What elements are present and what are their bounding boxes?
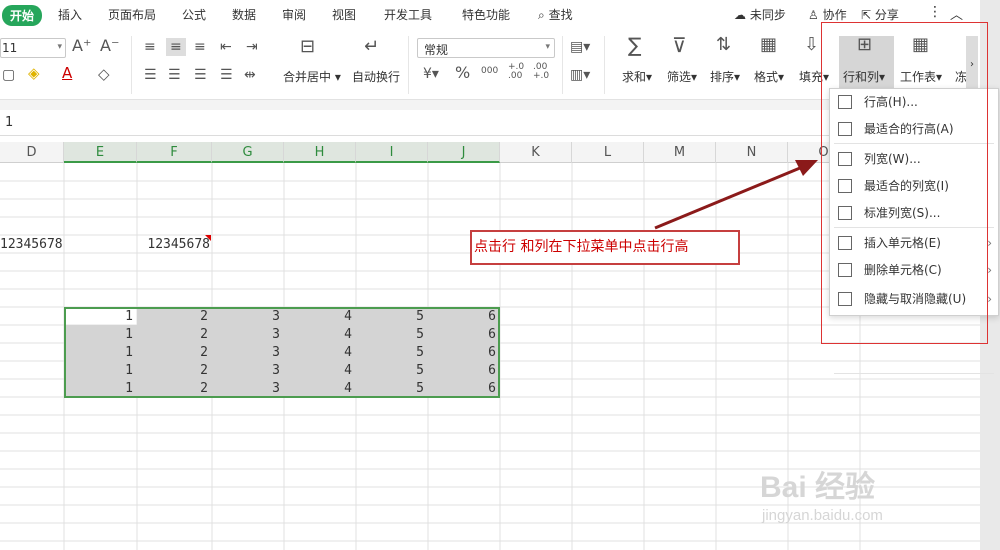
merge-icon: ⊟ [300,36,316,57]
sum-icon: ∑ [628,33,642,57]
align-left-icon[interactable]: ☰ [144,68,157,82]
wrap-text-icon: ↵ [364,36,380,57]
col-header-i[interactable]: I [356,142,428,163]
number-format-value: 常规 [424,43,449,57]
col-header-k[interactable]: K [500,142,572,163]
wrap-text-button[interactable]: 自动换行 [352,68,400,85]
font-increase-icon[interactable]: A⁺ [72,38,91,54]
tab-page-layout[interactable]: 页面布局 [108,6,156,23]
collapse-ribbon-icon[interactable]: ︿ [950,4,963,23]
tab-developer[interactable]: 开发工具 [384,6,432,23]
align-bottom-icon[interactable]: ≡ [194,40,206,54]
formula-value: 1 [5,115,14,130]
wrap-text-label: 自动换行 [352,70,401,84]
conditional-format-icon[interactable]: ▥▾ [570,68,590,82]
align-middle-icon[interactable]: ≡ [166,38,186,56]
collab-button[interactable]: ♙ 协作 [808,6,847,23]
selection-border [64,307,500,398]
sum-label: 求和 [622,70,647,84]
align-right-icon[interactable]: ☰ [194,68,207,82]
border-icon[interactable]: ▢ [2,68,15,82]
fill-icon: ⇩ [804,34,820,55]
tab-review[interactable]: 审阅 [282,6,306,23]
share-label: 分享 [874,8,899,22]
justify-icon[interactable]: ☰ [220,68,233,82]
collab-label: 协作 [822,8,847,22]
indent-increase-icon[interactable]: ⇥ [246,40,258,54]
tab-special[interactable]: 特色功能 [462,6,510,23]
col-header-m[interactable]: M [644,142,716,163]
percent-button[interactable]: % [455,65,470,81]
clear-format-icon[interactable]: ◇ [98,67,110,82]
cell-d-value[interactable]: 12345678 [0,236,64,254]
col-header-h[interactable]: H [284,142,356,163]
filter-icon: ⊽ [672,33,687,57]
number-format-select[interactable]: 常规 ▾ [417,38,555,58]
comment-marker [205,235,211,241]
annotation-box: 点击行 和列在下拉菜单中点击行高 [470,230,740,265]
tab-view[interactable]: 视图 [332,6,356,23]
align-center-icon[interactable]: ☰ [168,68,181,82]
font-size-select[interactable]: 11 ▾ [0,38,66,58]
font-color-icon[interactable]: A [62,66,72,81]
chevron-down-icon: ▾ [545,42,550,52]
sort-button[interactable]: 排序▾ [710,68,740,85]
cell-f-value[interactable]: 12345678 [137,236,212,254]
format-icon: ▦ [760,34,778,55]
format-button[interactable]: 格式▾ [754,68,784,85]
font-decrease-icon[interactable]: A⁻ [100,38,119,54]
distribute-icon[interactable]: ⇹ [244,68,256,82]
col-header-f[interactable]: F [137,142,212,163]
highlight-rectangle [821,22,988,344]
sort-icon: ⇅ [716,34,732,55]
col-header-l[interactable]: L [572,142,644,163]
indent-decrease-icon[interactable]: ⇤ [220,40,232,54]
cloud-icon: ☁ [734,8,746,22]
tab-data[interactable]: 数据 [232,6,256,23]
share-button[interactable]: ⇱ 分享 [861,6,899,23]
col-header-e[interactable]: E [64,142,137,163]
sync-button[interactable]: ☁ 未同步 [734,6,786,23]
fill-label: 填充 [799,70,824,84]
table-style-icon[interactable]: ▤▾ [570,40,590,54]
merge-center-button[interactable]: 合并居中 ▾ [283,68,341,85]
increase-decimal-button[interactable]: +.0 .00 [508,63,528,81]
decrease-decimal-button[interactable]: .00 +.0 [533,63,553,81]
sync-label: 未同步 [749,8,786,22]
filter-label: 筛选 [667,70,692,84]
share-icon: ⇱ [861,8,872,22]
search-button[interactable]: ⌕ 查找 [538,6,573,23]
tab-formula[interactable]: 公式 [182,6,206,23]
col-header-d[interactable]: D [0,142,64,163]
currency-icon[interactable]: ¥▾ [423,67,439,81]
fill-color-icon[interactable]: ◈ [28,66,40,81]
chevron-down-icon: ▾ [57,42,62,52]
format-label: 格式 [754,70,779,84]
thousands-button[interactable]: 000 [481,64,498,78]
merge-center-label: 合并居中 [283,70,332,84]
user-add-icon: ♙ [808,8,819,22]
col-header-g[interactable]: G [212,142,284,163]
align-top-icon[interactable]: ≡ [144,40,156,54]
col-header-n[interactable]: N [716,142,788,163]
tab-insert[interactable]: 插入 [58,6,82,23]
search-label: 查找 [548,8,573,22]
col-header-j[interactable]: J [428,142,500,163]
more-icon[interactable]: ⋮ [928,4,942,20]
watermark-logo: Bai 经验 [760,471,876,504]
watermark-url: jingyan.baidu.com [762,507,883,524]
filter-button[interactable]: 筛选▾ [667,68,697,85]
sum-button[interactable]: 求和▾ [622,68,652,85]
sort-label: 排序 [710,70,735,84]
search-icon: ⌕ [538,8,545,22]
font-size-value: 11 [2,41,18,55]
tab-home[interactable]: 开始 [2,5,43,26]
